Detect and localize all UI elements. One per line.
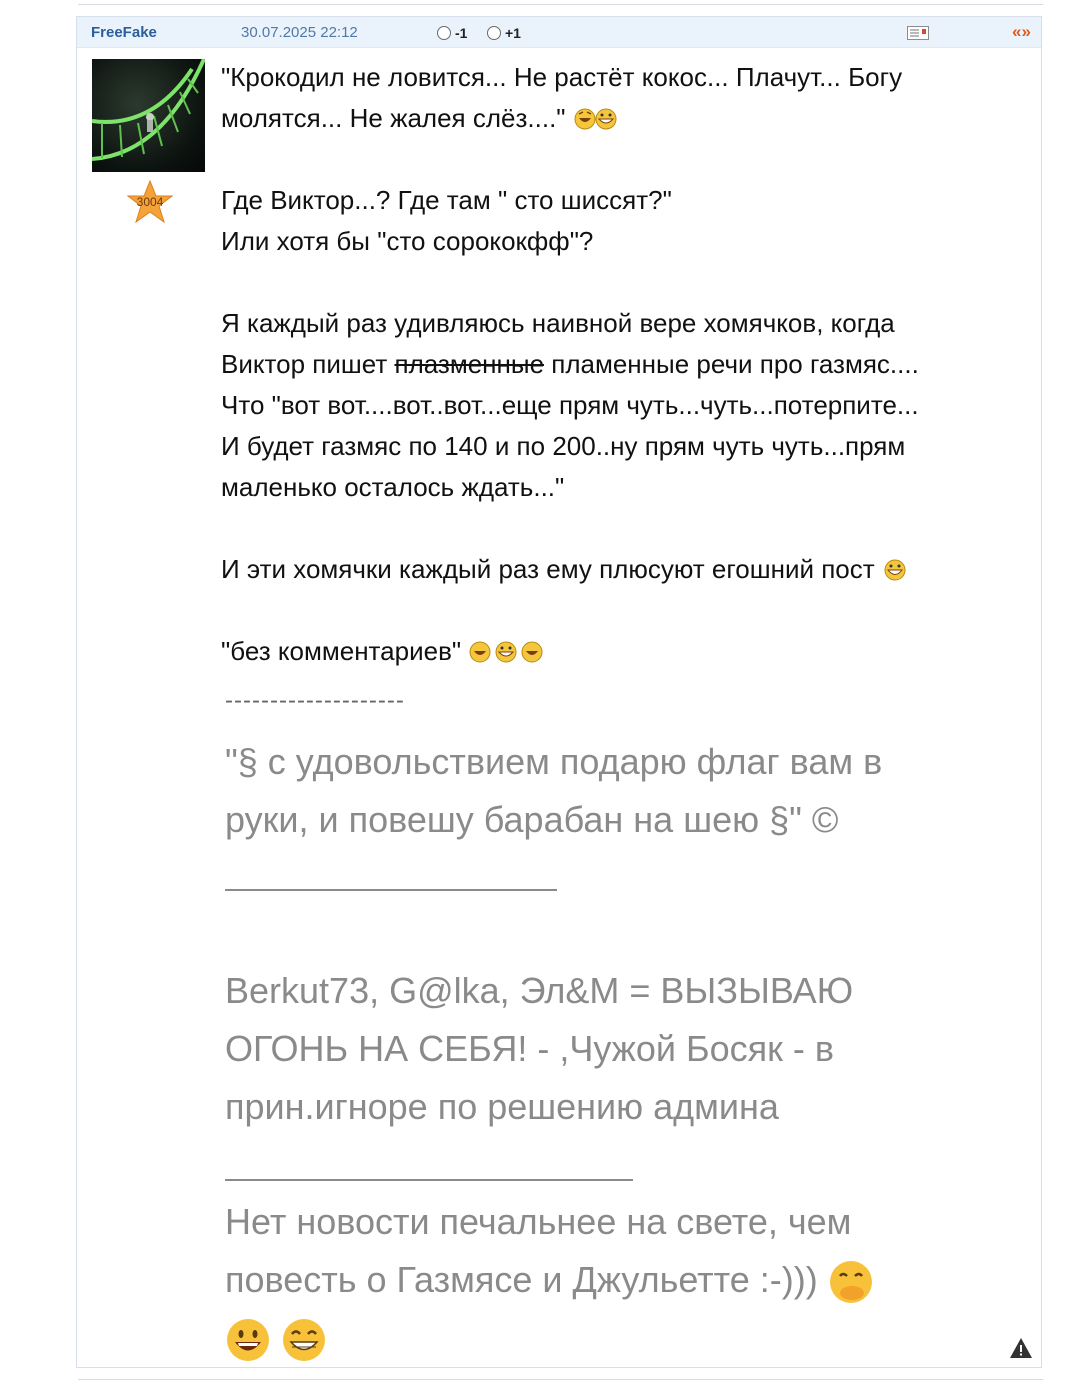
vote-plus-radio[interactable] [487, 26, 501, 40]
body-line: Где Виктор...? Где там " сто шиссят?" [221, 185, 672, 215]
author-link[interactable]: FreeFake [91, 24, 157, 41]
grinning-face-emoji-icon [227, 1319, 269, 1362]
laughing-emoji-icon [574, 108, 617, 130]
quote-icon[interactable]: «» [1012, 22, 1031, 42]
beaming-face-emoji-icon [283, 1319, 326, 1362]
body-line-text: молятся... Не жалея слёз...." [221, 103, 566, 133]
strikethrough-text: плазменные [394, 349, 545, 379]
signature-dashes: -------------------- [225, 687, 405, 714]
vote-minus-label: -1 [455, 25, 468, 41]
body-line: Виктор пишет плазменные пламенные речи п… [221, 344, 1026, 385]
signature-line: прин.игноре по решению админа [225, 1086, 779, 1127]
hand-over-mouth-emoji-icon [829, 1261, 872, 1304]
signature-line: повесть о Газмясе и Джульетте :-))) [225, 1251, 1025, 1309]
signature-romeo: Нет новости печальнее на свете, чем пове… [225, 1193, 1025, 1367]
signature-emoji-row [225, 1309, 1025, 1367]
avatar-art [92, 59, 205, 161]
signature-separator [225, 889, 557, 891]
forum-post: FreeFake 30.07.2025 22:12 -1 +1 «» 3004 … [76, 16, 1042, 1368]
body-line-text: "без комментариев" [221, 636, 462, 666]
post-body: "Крокодил не ловится... Не растёт кокос.… [221, 57, 1026, 672]
body-line: Или хотя бы "сто сорококфф"? [221, 226, 594, 256]
signature-quote: "§ с удовольствием подарю флаг вам в рук… [225, 733, 1025, 849]
signature-line-text: повесть о Газмясе и Джульетте :-))) [225, 1259, 818, 1300]
body-line: маленько осталось ждать..." [221, 472, 565, 502]
signature-line: ОГОНЬ НА СЕБЯ! - ,Чужой Босяк - в [225, 1028, 834, 1069]
rating-value: 3004 [137, 195, 164, 209]
body-line: Я каждый раз удивляюсь наивной вере хомя… [221, 308, 895, 338]
post-header: FreeFake 30.07.2025 22:12 -1 +1 «» [77, 17, 1041, 48]
body-line-text: И эти хомячки каждый раз ему плюсуют его… [221, 554, 875, 584]
signature-line: Нет новости печальнее на свете, чем [225, 1201, 852, 1242]
body-line: "Крокодил не ловится... Не растёт кокос.… [221, 62, 903, 92]
body-line: "без комментариев" [221, 631, 1026, 672]
body-line: Что "вот вот....вот..вот...еще прям чуть… [221, 390, 919, 420]
divider-bottom [78, 1379, 1043, 1380]
body-line-text: пламенные речи про газмяс.... [544, 349, 919, 379]
signature-line: Berkut73, G@lka, Эл&M = ВЫЗЫВАЮ [225, 970, 854, 1011]
signature-line: руки, и повешу барабан на шею §" © [225, 799, 839, 840]
vote-minus-radio[interactable] [437, 26, 451, 40]
page: FreeFake 30.07.2025 22:12 -1 +1 «» 3004 … [0, 0, 1080, 1383]
body-line: И будет газмяс по 140 и по 200..ну прям … [221, 431, 906, 461]
signature-separator [225, 1179, 633, 1181]
post-date: 30.07.2025 22:12 [241, 24, 358, 41]
vote-plus-option[interactable]: +1 [487, 25, 521, 41]
vote-minus-option[interactable]: -1 [437, 25, 467, 41]
body-line: И эти хомячки каждый раз ему плюсуют его… [221, 549, 1026, 590]
signature-line: "§ с удовольствием подарю флаг вам в [225, 741, 883, 782]
body-line-text: Виктор пишет [221, 349, 395, 379]
warning-icon[interactable] [1009, 1337, 1033, 1359]
signature-names: Berkut73, G@lka, Эл&M = ВЫЗЫВАЮ ОГОНЬ НА… [225, 962, 1025, 1136]
message-icon[interactable] [907, 26, 929, 40]
avatar-image[interactable] [92, 59, 205, 172]
laughing-emoji-group-icon [469, 641, 543, 663]
star-icon: 3004 [127, 179, 173, 224]
body-line: молятся... Не жалея слёз...." [221, 98, 1026, 139]
divider-top [78, 4, 1043, 5]
vote-plus-label: +1 [505, 25, 521, 41]
grinning-emoji-icon [884, 559, 906, 581]
